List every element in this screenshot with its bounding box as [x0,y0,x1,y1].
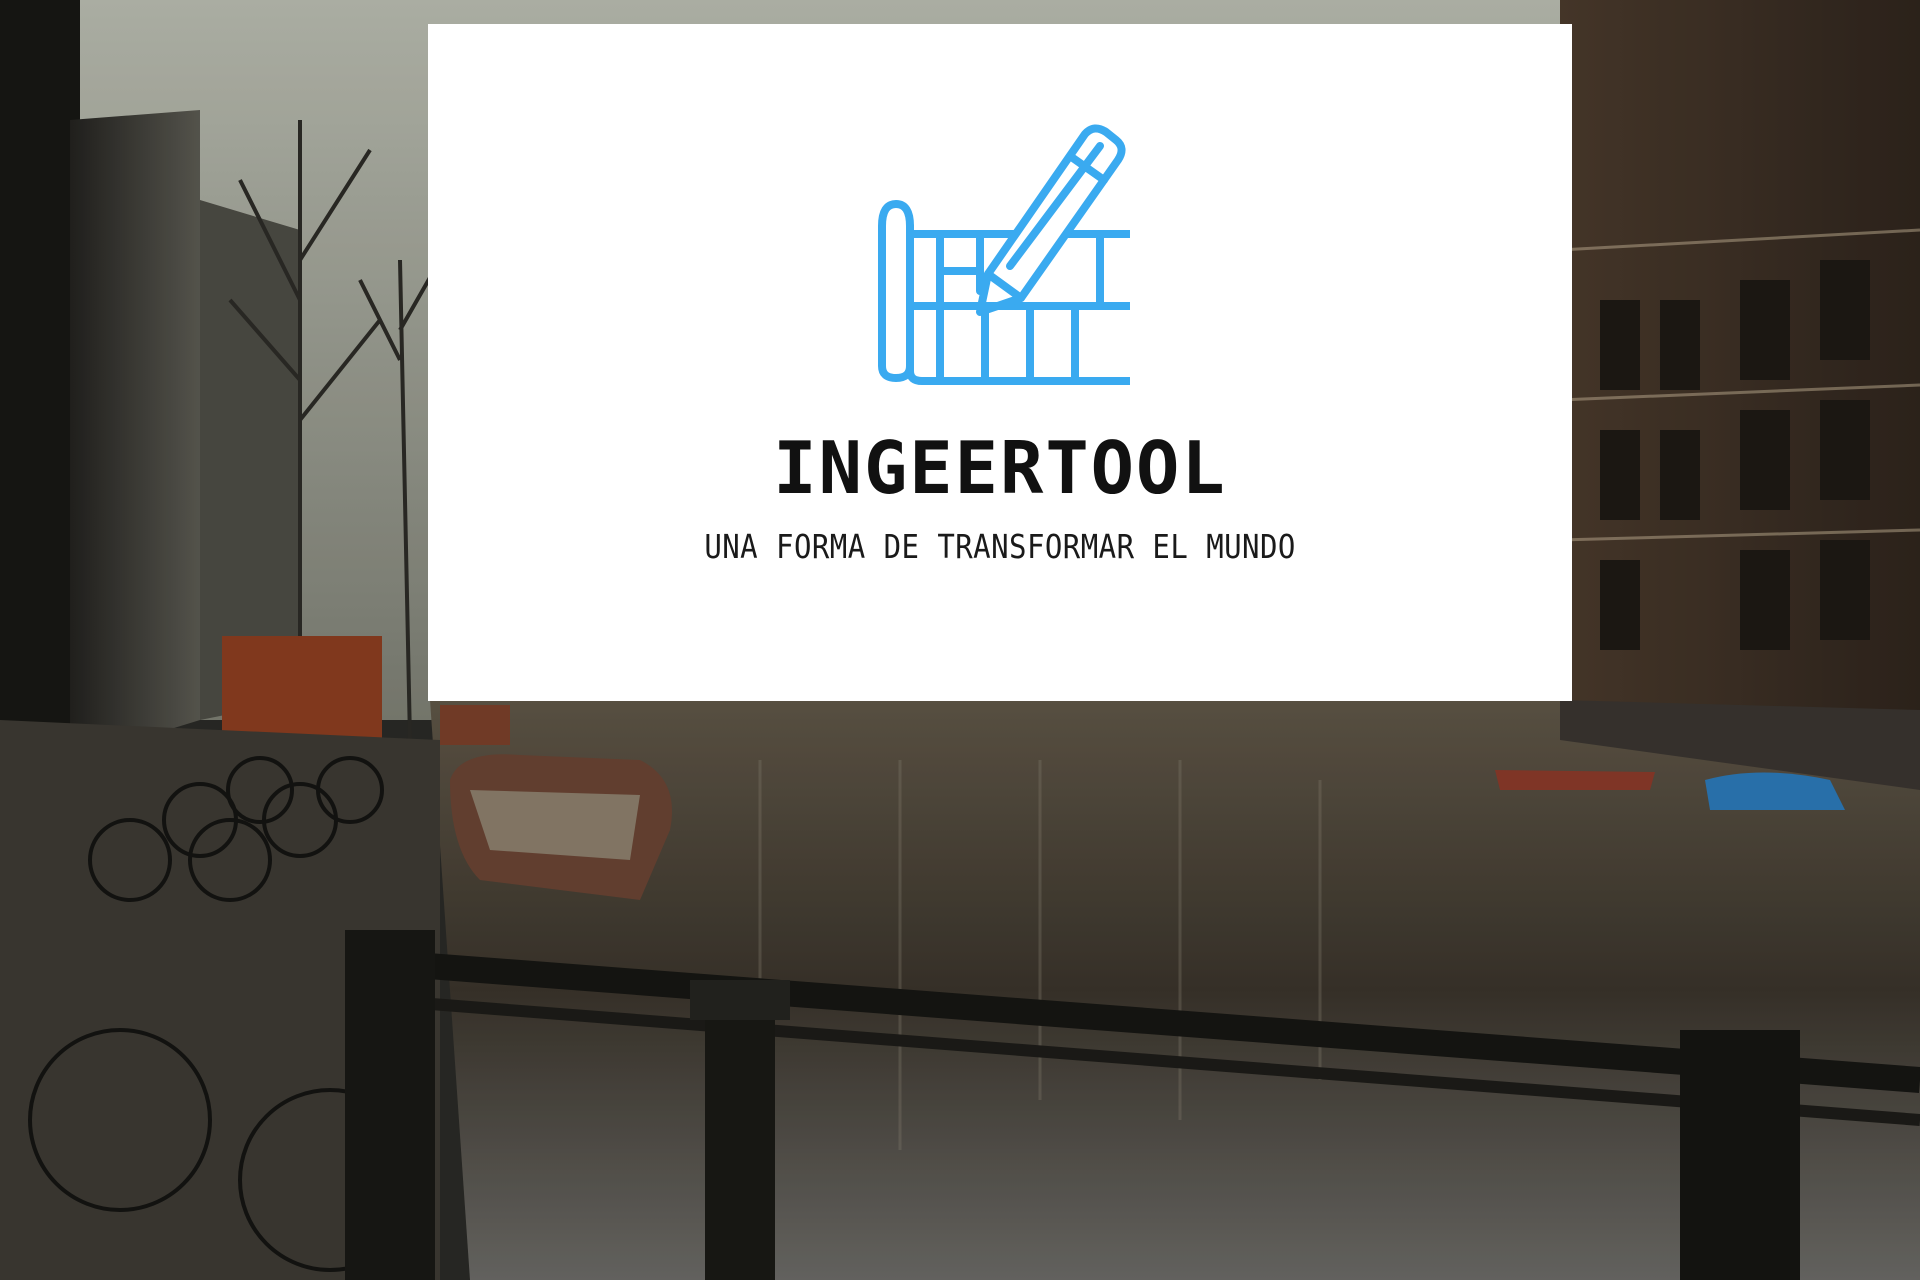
blueprint-pencil-icon [878,124,1130,385]
page: INGEERTOOL UNA FORMA DE TRANSFORMAR EL M… [0,0,1920,1280]
brand-name: INGEERTOOL [773,426,1227,510]
logo-card: INGEERTOOL UNA FORMA DE TRANSFORMAR EL M… [428,24,1572,701]
brand-tagline: UNA FORMA DE TRANSFORMAR EL MUNDO [704,527,1296,566]
